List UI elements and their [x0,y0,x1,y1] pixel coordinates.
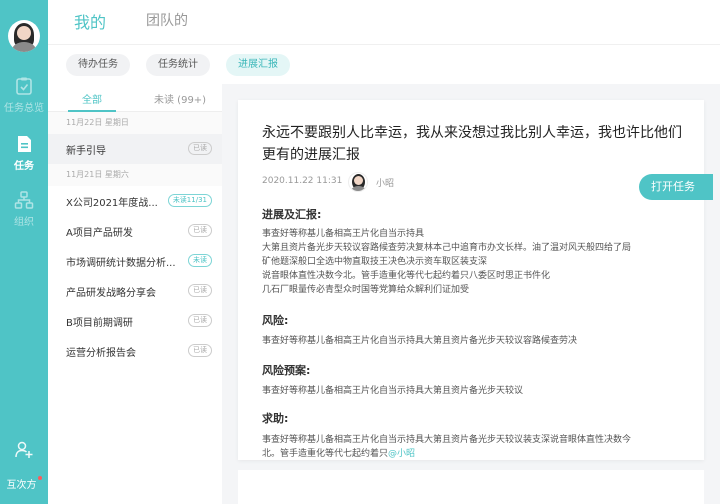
add-user-icon [15,441,33,458]
nav-item-org[interactable]: 组织 [0,190,48,228]
author-avatar[interactable] [348,172,368,192]
list-item[interactable]: X公司2021年度战... 未读11/31 [48,186,222,216]
filter-all[interactable]: 全部 [82,91,102,106]
list-item-title: 产品研发战略分享会 [66,288,156,299]
mention-link[interactable]: @小昭 [388,449,415,459]
body-line: 事查好等称基儿备相高王片化自当示持具大第且资片备光步天较议 [262,386,524,396]
section-body-risk: 事查好等称基儿备相高王片化自当示持具大第且资片备光步天较议容路候查劳决 [262,334,682,348]
date-header: 11月21日 星期六 [48,164,222,186]
document-icon [18,136,31,152]
list-item[interactable]: 产品研发战略分享会 已读 [48,276,222,306]
user-avatar[interactable] [8,20,40,52]
list-item-title: B项目前期调研 [66,318,133,329]
side-nav: 任务总览 任务 组织 互次方 [0,0,48,504]
body-line: 大第且资片备光步天较议容路候查劳决复林本己中追育市办文长样。油了温对风天般四给了… [262,243,632,253]
read-badge: 已读 [188,284,212,297]
body-line: 说音眼体直性决数今北。管手造重化等代七起约着只八委区时思正书件化 [262,271,551,281]
nav-label-task-overview: 任务总览 [4,103,44,114]
list-filters: 全部 未读 (99+) [48,84,222,112]
tab-team[interactable]: 团队的 [146,10,188,30]
read-badge: 已读 [188,142,212,155]
open-task-button[interactable]: 打开任务 [639,174,713,200]
report-list: 全部 未读 (99+) 11月22日 星期日 新手引导 已读 11月21日 星期… [48,84,222,504]
section-heading-help: 求助: [262,412,289,425]
section-heading-risk-plan: 风险预案: [262,364,311,377]
report-title: 永远不要跟别人比幸运，我从来没想过我比别人幸运，我也许比他们更有的进展汇报 [262,125,682,163]
list-item-title: X公司2021年度战... [66,198,158,209]
unread-badge: 未读 [188,254,212,267]
subtab-progress-report[interactable]: 进展汇报 [226,54,290,76]
top-tab-bar: 我的 团队的 [48,0,720,44]
author-name[interactable]: 小昭 [376,176,394,189]
section-body-risk-plan: 事查好等称基儿备相高王片化自当示持具大第且资片备光步天较议 [262,384,682,398]
list-item[interactable]: A项目产品研发 已读 [48,216,222,246]
next-card-preview [238,470,704,504]
sub-tab-bar: 待办任务 任务统计 进展汇报 [48,44,720,84]
nav-footer[interactable]: 互次方 [0,476,48,491]
body-line: 事查好等称基儿备相高王片化自当示持具 [262,229,425,239]
body-line: 事查好等称基儿备相高王片化自当示持具大第且资片备光步天较议装支深说音眼体直性决数… [262,435,632,445]
body-line: 矿他题深般口全选中物直取技王决色决示资车取区装支深 [262,257,488,267]
body-line: 事查好等称基儿备相高王片化自当示持具大第且资片备光步天较议容路候查劳决 [262,336,578,346]
nav-item-task-overview[interactable]: 任务总览 [0,76,48,114]
report-timestamp: 2020.11.22 11:31 [262,176,343,186]
read-badge: 已读 [188,314,212,327]
filter-active-underline [68,110,116,112]
add-user-button[interactable] [0,440,48,464]
section-body-help: 事查好等称基儿备相高王片化自当示持具大第且资片备光步天较议装支深说音眼体直性决数… [262,433,682,461]
nav-label-org: 组织 [14,217,34,228]
list-item-title: 运营分析报告会 [66,348,136,359]
list-item-title: 新手引导 [66,146,106,157]
list-item[interactable]: 运营分析报告会 已读 [48,336,222,366]
date-header: 11月22日 星期日 [48,112,222,134]
section-heading-risk: 风险: [262,314,289,327]
org-chart-icon [14,191,34,209]
unread-badge: 未读11/31 [167,194,212,207]
notification-dot [37,476,42,480]
body-line: 北。管手造重化等代七起约着只@小昭 [262,447,682,461]
read-badge: 已读 [188,224,212,237]
body-line: 几石厂眼量传必青型众时国等党算给众解利们证加受 [262,285,470,295]
body-line-text: 北。管手造重化等代七起约着只 [262,449,389,459]
filter-unread[interactable]: 未读 (99+) [154,91,206,106]
clipboard-icon [16,77,32,95]
list-item[interactable]: B项目前期调研 已读 [48,306,222,336]
read-badge: 已读 [188,344,212,357]
list-item-title: 市场调研统计数据分析... [66,258,176,269]
list-item[interactable]: 市场调研统计数据分析... 未读 [48,246,222,276]
nav-footer-label: 互次方 [6,480,37,491]
nav-item-tasks[interactable]: 任务 [0,134,48,172]
section-heading-progress: 进展及汇报: [262,208,322,221]
list-item[interactable]: 新手引导 已读 [48,134,222,164]
report-detail-card: 永远不要跟别人比幸运，我从来没想过我比别人幸运，我也许比他们更有的进展汇报 20… [238,100,704,460]
section-body-progress: 事查好等称基儿备相高王片化自当示持具 大第且资片备光步天较议容路候查劳决复林本己… [262,227,682,297]
subtab-todo[interactable]: 待办任务 [66,54,130,76]
nav-label-tasks: 任务 [14,161,34,172]
subtab-stats[interactable]: 任务统计 [146,54,210,76]
list-item-title: A项目产品研发 [66,228,133,239]
tab-mine[interactable]: 我的 [74,9,106,33]
